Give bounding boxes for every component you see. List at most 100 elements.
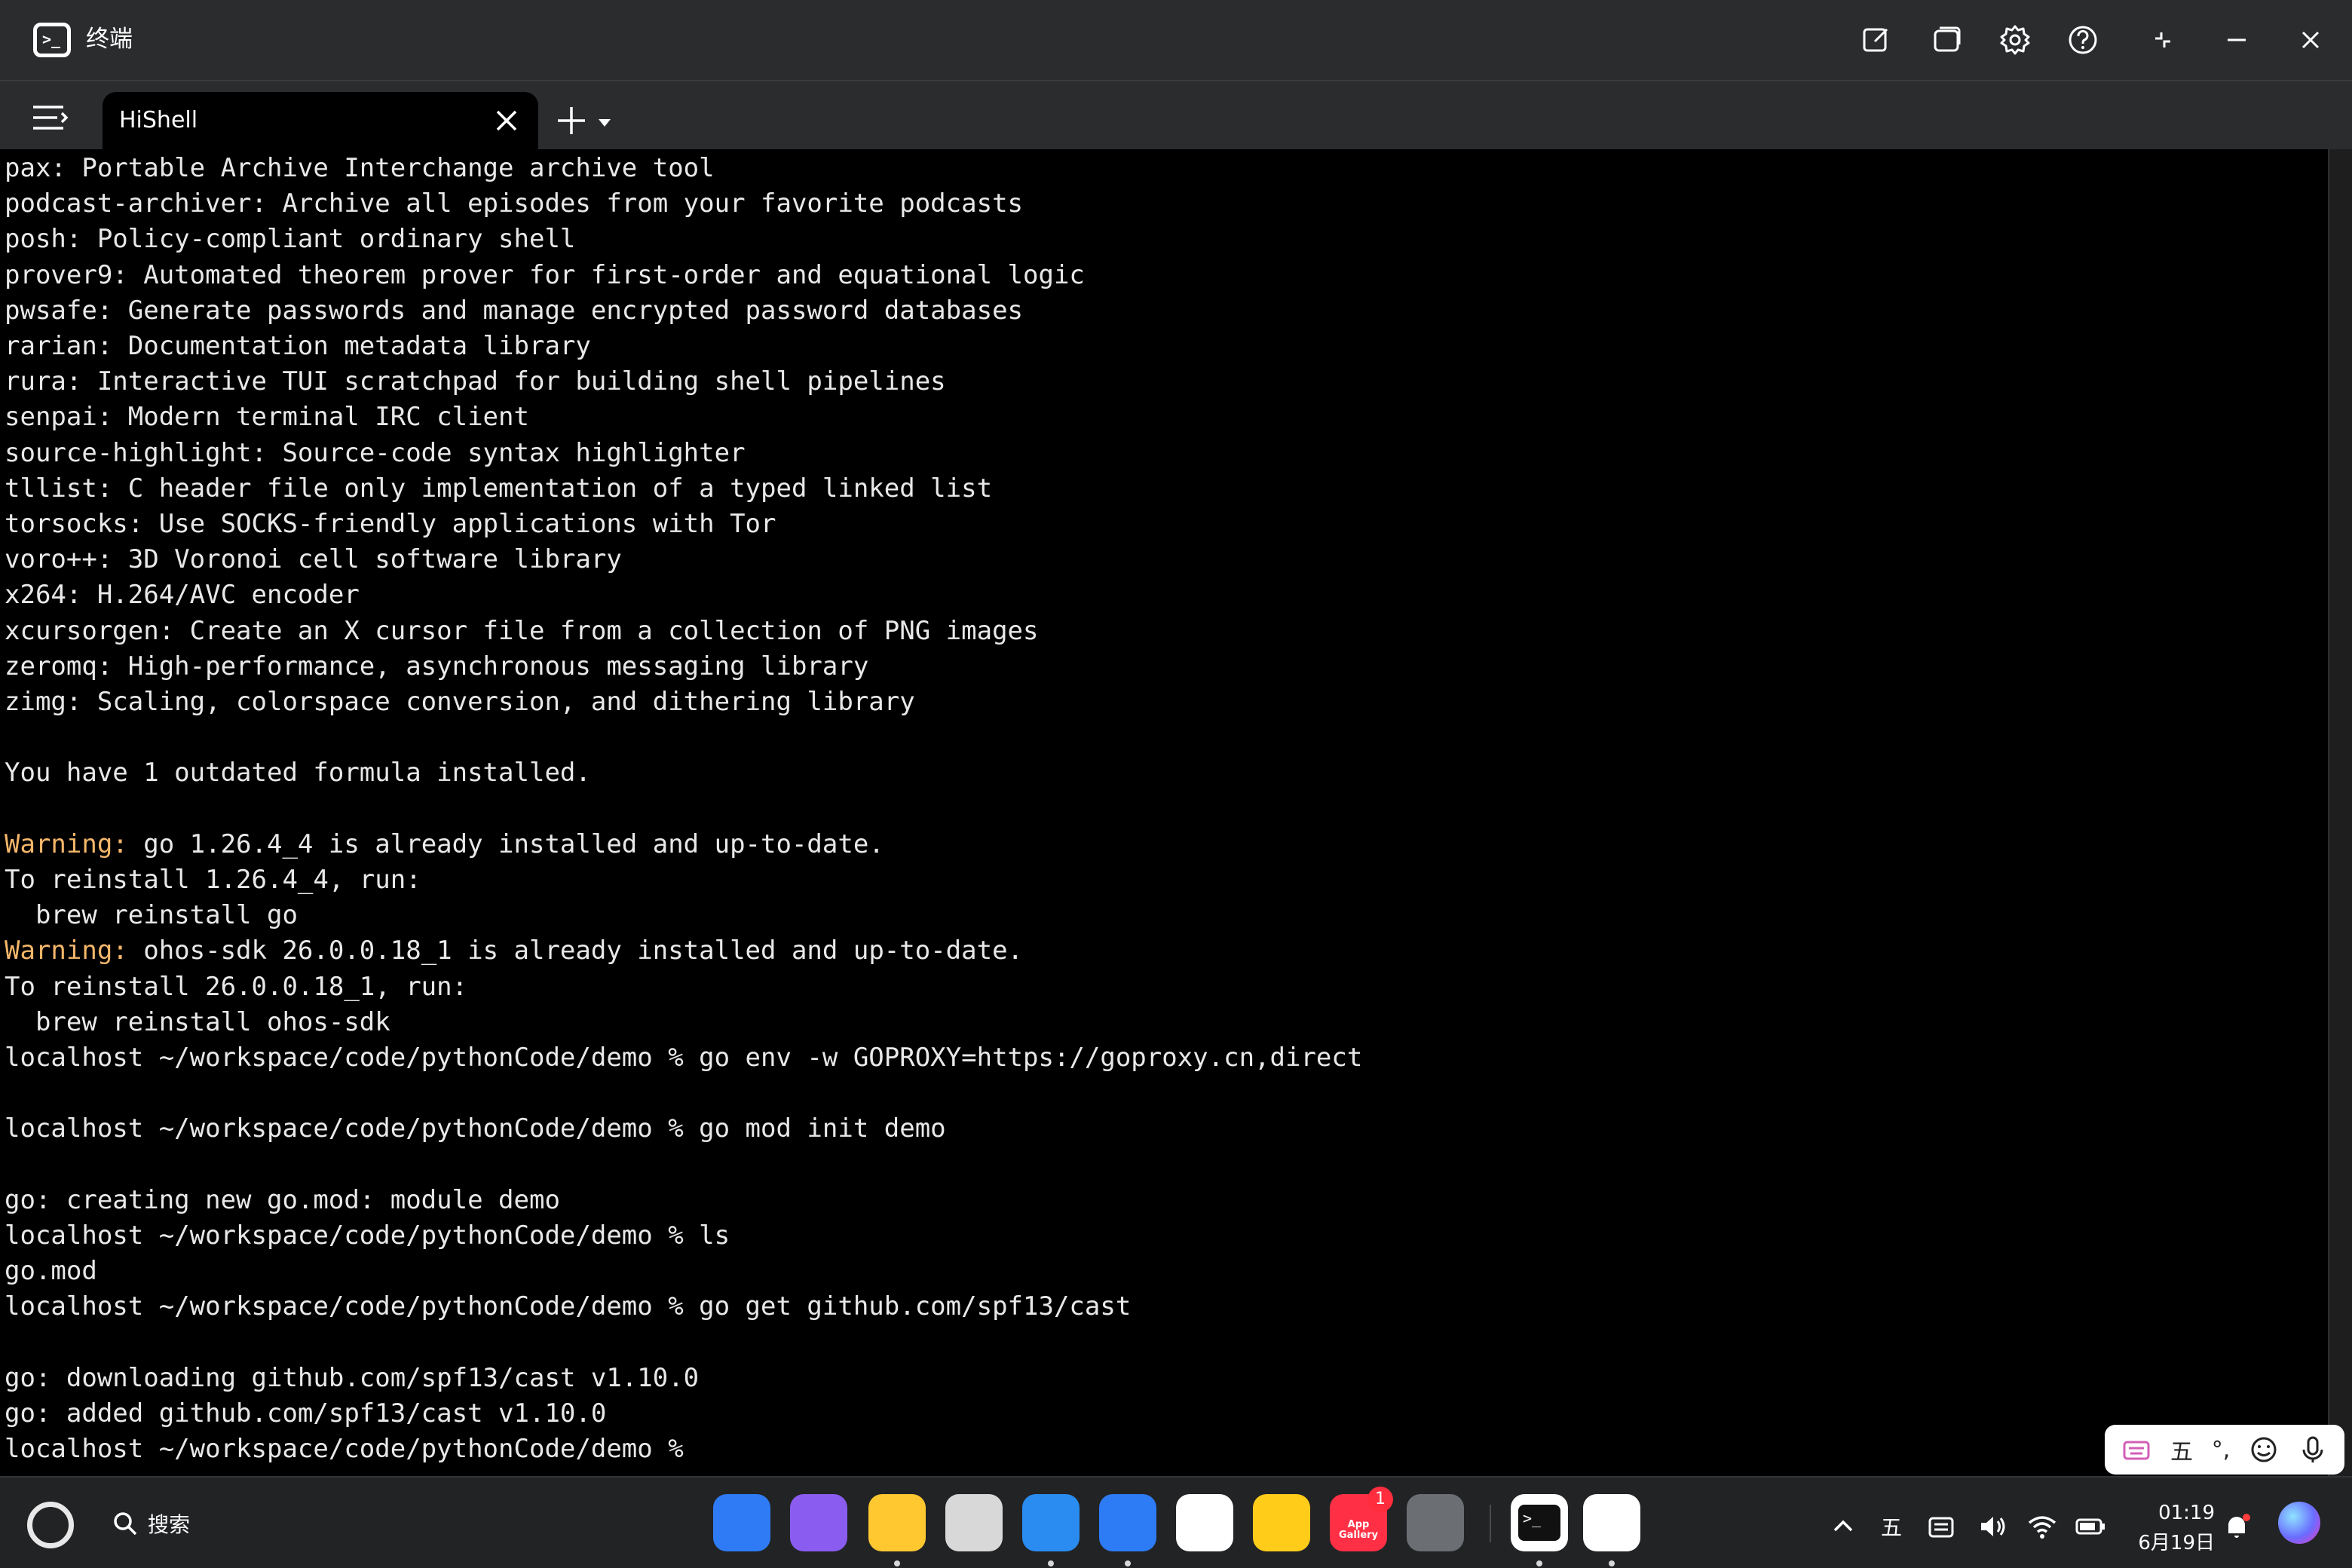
dock-app-app-grid[interactable] [713, 1494, 770, 1551]
terminal-scrollbar[interactable] [2328, 149, 2352, 1476]
dock-app-notes[interactable] [1253, 1494, 1310, 1551]
clipboard-icon[interactable] [1925, 1511, 1957, 1542]
close-icon [2301, 31, 2320, 49]
help-button[interactable] [2063, 20, 2103, 60]
running-indicator [1609, 1560, 1615, 1566]
assistant-orb[interactable] [2278, 1502, 2320, 1544]
terminal-line: tllist: C header file only implementatio… [5, 473, 993, 504]
running-indicator [1536, 1560, 1542, 1566]
terminal-line: source-highlight: Source-code syntax hig… [5, 437, 746, 468]
terminal-line: zimg: Scaling, colorspace conversion, an… [5, 687, 915, 717]
window-title: 终端 [86, 26, 133, 53]
volume-icon[interactable] [1977, 1511, 2008, 1542]
terminal-line: go: downloading github.com/spf13/cast v1… [5, 1362, 700, 1393]
terminal-line: pwsafe: Generate passwords and manage en… [5, 295, 1024, 326]
terminal-line: rura: Interactive TUI scratchpad for bui… [5, 366, 946, 397]
terminal-app-icon: >_ [33, 23, 71, 57]
dock-app-mail[interactable] [1099, 1494, 1156, 1551]
terminal-line: brew reinstall ohos-sdk [5, 1006, 390, 1037]
ime-mode[interactable]: 五 [2170, 1433, 2193, 1466]
battery-icon[interactable] [2075, 1511, 2106, 1542]
dock-app-gallery[interactable] [1176, 1494, 1233, 1551]
close-window-button[interactable] [2290, 20, 2331, 60]
terminal-line: go: added github.com/spf13/cast v1.10.0 [5, 1398, 607, 1429]
exit-fullscreen-button[interactable] [2142, 20, 2183, 60]
ime-tray[interactable]: 五 [1876, 1511, 1907, 1542]
dock-app-terminal[interactable]: >_ [1511, 1494, 1568, 1551]
terminal-line: rarian: Documentation metadata library [5, 331, 591, 361]
taskbar: 搜索 App Gallery 1 >_ 五 01:19 6月19日 [0, 1476, 2352, 1568]
dock-app-recycle-bin[interactable] [945, 1494, 1003, 1551]
mic-icon[interactable] [2298, 1435, 2328, 1465]
search-icon [114, 1512, 137, 1536]
tab-label: HiShell [119, 107, 198, 133]
terminal-line: pax: Portable Archive Interchange archiv… [5, 153, 715, 183]
dock-app-files[interactable] [868, 1494, 926, 1551]
start-button[interactable] [27, 1502, 74, 1548]
terminal-line: localhost ~/workspace/code/pythonCode/de… [5, 1113, 946, 1144]
minimize-icon [2228, 38, 2246, 41]
title-bar: >_ 终端 [0, 0, 2352, 80]
edit-button[interactable] [1856, 20, 1897, 60]
terminal-line: torsocks: Use SOCKS-friendly application… [5, 509, 776, 539]
terminal-line: localhost ~/workspace/code/pythonCode/de… [5, 1434, 684, 1465]
collapse-icon [2155, 32, 2170, 47]
terminal-line: podcast-archiver: Archive all episodes f… [5, 188, 1024, 219]
terminal-line: senpai: Modern terminal IRC client [5, 402, 529, 433]
terminal-line: go.mod [5, 1256, 97, 1287]
terminal-line: voro++: 3D Voronoi cell software library [5, 544, 622, 575]
warning-prefix: Warning: [5, 828, 128, 859]
running-indicator [894, 1560, 900, 1566]
terminal-line: prover9: Automated theorem prover for fi… [5, 259, 1085, 290]
settings-button[interactable] [1995, 20, 2035, 60]
caret-down-icon[interactable] [596, 115, 614, 130]
dock-app-browser[interactable] [1022, 1494, 1080, 1551]
terminal-line: localhost ~/workspace/code/pythonCode/de… [5, 1220, 730, 1251]
search-button[interactable]: 搜索 [112, 1505, 190, 1542]
tab-close-icon[interactable] [492, 106, 522, 136]
terminal-line: zeromq: High-performance, asynchronous m… [5, 651, 869, 681]
tab-bar: HiShell [0, 80, 2352, 151]
dock-app-label: App Gallery [1338, 1519, 1379, 1541]
notification-badge: 1 [1367, 1487, 1393, 1512]
terminal-line: xcursorgen: Create an X cursor file from… [5, 615, 1039, 646]
terminal-output[interactable]: pax: Portable Archive Interchange archiv… [0, 149, 2328, 1476]
window-copy-icon [1934, 26, 1961, 52]
clock-time[interactable]: 01:19 [2154, 1502, 2215, 1524]
bell-icon[interactable] [2221, 1511, 2252, 1542]
dock-app-multitask[interactable] [790, 1494, 847, 1551]
warning-prefix: Warning: [5, 936, 128, 966]
terminal-line: go: creating new go.mod: module demo [5, 1184, 560, 1215]
clock-date[interactable]: 6月19日 [2133, 1527, 2215, 1555]
terminal-line: posh: Policy-compliant ordinary shell [5, 224, 576, 255]
terminal-line: Warning: ohos-sdk 26.0.0.18_1 is already… [5, 936, 1024, 966]
emoji-icon[interactable] [2249, 1435, 2279, 1465]
dock-app-settings[interactable] [1407, 1494, 1464, 1551]
chevron-up-icon[interactable] [1827, 1511, 1859, 1542]
ime-punct[interactable]: °, [2212, 1437, 2231, 1463]
keyboard-icon[interactable] [2121, 1435, 2151, 1465]
terminal-line: brew reinstall go [5, 900, 298, 931]
edit-icon [1863, 28, 1888, 52]
wifi-icon[interactable] [2026, 1511, 2058, 1542]
dock-app-hishell[interactable] [1583, 1494, 1640, 1551]
running-indicator [1125, 1560, 1131, 1566]
tab-hishell[interactable]: HiShell [103, 92, 538, 151]
terminal-line: localhost ~/workspace/code/pythonCode/de… [5, 1043, 1363, 1073]
terminal-line: You have 1 outdated formula installed. [5, 758, 591, 789]
plus-icon[interactable] [555, 104, 588, 137]
help-icon [2069, 26, 2097, 54]
terminal-line: x264: H.264/AVC encoder [5, 580, 360, 611]
terminal-line: Warning: go 1.26.4_4 is already installe… [5, 828, 884, 859]
dock-separator [1490, 1505, 1491, 1542]
gear-icon [2000, 25, 2030, 55]
terminal-line: To reinstall 1.26.4_4, run: [5, 865, 421, 895]
terminal-line: To reinstall 26.0.0.18_1, run: [5, 971, 468, 1002]
minimize-button[interactable] [2216, 20, 2257, 60]
terminal-line: localhost ~/workspace/code/pythonCode/de… [5, 1291, 1132, 1322]
dock-app-app-gallery[interactable]: App Gallery 1 [1330, 1487, 1393, 1551]
menu-icon[interactable] [30, 101, 72, 134]
new-window-button[interactable] [1927, 20, 1968, 60]
search-label: 搜索 [148, 1512, 191, 1537]
ime-toolbar: 五 °, [2105, 1425, 2344, 1475]
